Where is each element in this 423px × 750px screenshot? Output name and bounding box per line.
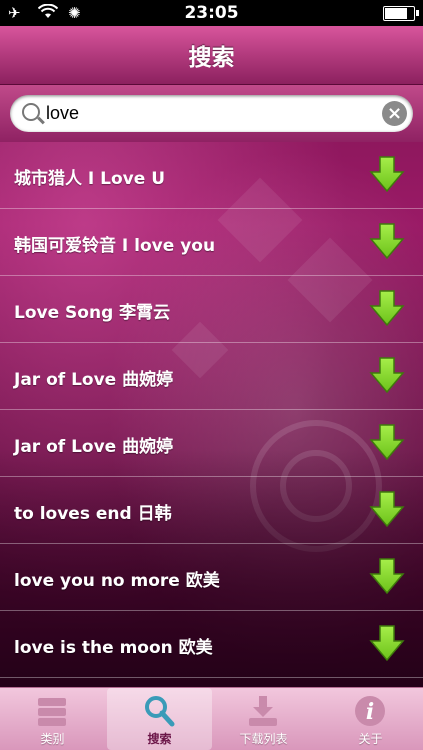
tab-label: 搜索 — [147, 732, 172, 746]
tab-label: 下载列表 — [239, 732, 288, 746]
tab-bar: 类别 搜索 下载列表 i 关于 — [0, 687, 423, 750]
song-title: love you no more 欧美 — [14, 571, 220, 591]
magnifier-icon — [142, 694, 176, 728]
download-arrow-icon[interactable] — [369, 356, 405, 394]
song-title: Jar of Love 曲婉婷 — [14, 437, 174, 457]
list-item[interactable]: love is the moon 欧美 — [0, 611, 423, 678]
app-screen: ✈ ✺ 23:05 搜索 × 城市猎人 I Love U 韩国可爱铃音 I lov… — [0, 0, 423, 750]
download-arrow-icon[interactable] — [369, 289, 405, 327]
status-time: 23:05 — [184, 3, 239, 23]
list-item[interactable]: to loves end 日韩 — [0, 477, 423, 544]
song-title: 韩国可爱铃音 I love you — [14, 236, 216, 256]
list-item[interactable]: love you no more 欧美 — [0, 544, 423, 611]
list-item[interactable]: 韩国可爱铃音 I love you — [0, 209, 423, 276]
search-field[interactable]: × — [10, 95, 413, 132]
tab-search[interactable]: 搜索 — [107, 688, 212, 750]
download-arrow-icon[interactable] — [369, 490, 405, 528]
svg-text:i: i — [366, 699, 374, 725]
search-bar: × — [0, 85, 423, 142]
navigation-bar: 搜索 — [0, 26, 423, 85]
battery-fill — [385, 8, 408, 19]
list-item[interactable]: Jar of Love 曲婉婷 — [0, 410, 423, 477]
list-item[interactable]: Love Song 李霄云 — [0, 276, 423, 343]
song-title: Jar of Love 曲婉婷 — [14, 370, 174, 390]
tab-label: 类别 — [40, 732, 65, 746]
battery-icon — [383, 6, 419, 21]
tab-about[interactable]: i 关于 — [318, 688, 423, 750]
list-item[interactable]: Jar of Love 曲婉婷 — [0, 343, 423, 410]
search-icon — [22, 103, 40, 121]
download-arrow-icon[interactable] — [369, 557, 405, 595]
info-icon: i — [353, 694, 387, 728]
tab-downloads[interactable]: 下载列表 — [211, 688, 316, 750]
tab-categories[interactable]: 类别 — [0, 688, 105, 750]
page-title: 搜索 — [188, 45, 235, 71]
download-tray-icon — [246, 694, 280, 728]
download-arrow-icon[interactable] — [369, 624, 405, 662]
tab-label: 关于 — [358, 732, 383, 746]
song-title: to loves end 日韩 — [14, 504, 172, 524]
server-stack-icon — [35, 694, 69, 728]
song-title: love is the moon 欧美 — [14, 638, 213, 658]
song-title: 城市猎人 I Love U — [14, 169, 166, 189]
results-list: 城市猎人 I Love U 韩国可爱铃音 I love you Love Song … — [0, 142, 423, 688]
status-bar: ✈ ✺ 23:05 — [0, 0, 423, 26]
download-arrow-icon[interactable] — [369, 423, 405, 461]
search-input[interactable] — [46, 99, 366, 128]
download-arrow-icon[interactable] — [369, 155, 405, 193]
song-title: Love Song 李霄云 — [14, 303, 171, 323]
clear-search-button[interactable]: × — [382, 101, 407, 126]
list-item[interactable]: 城市猎人 I Love U — [0, 142, 423, 209]
download-arrow-icon[interactable] — [369, 222, 405, 260]
